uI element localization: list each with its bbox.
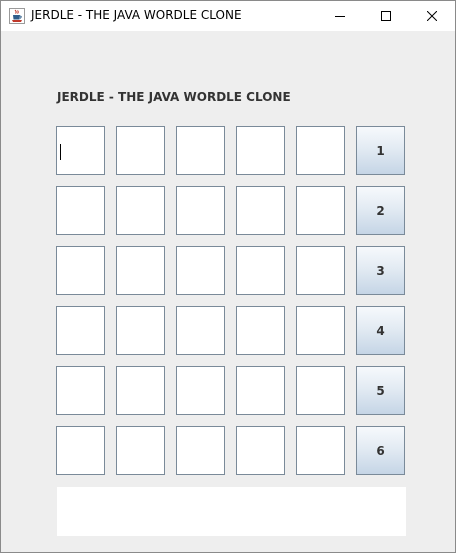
- letter-cell[interactable]: [116, 366, 165, 415]
- game-heading: JERDLE - THE JAVA WORDLE CLONE: [57, 90, 291, 104]
- letter-cell[interactable]: [176, 366, 225, 415]
- letter-cell[interactable]: [236, 126, 285, 175]
- letter-cell[interactable]: [56, 426, 105, 475]
- letter-cell[interactable]: [116, 426, 165, 475]
- submit-row-button[interactable]: 4: [356, 306, 405, 355]
- letter-cell[interactable]: [56, 126, 105, 175]
- window-title: JERDLE - THE JAVA WORDLE CLONE: [31, 8, 242, 22]
- letter-cell[interactable]: [56, 366, 105, 415]
- app-window: JERDLE - THE JAVA WORDLE CLONE JERDLE - …: [0, 0, 456, 553]
- letter-cell[interactable]: [56, 246, 105, 295]
- close-button[interactable]: [409, 1, 455, 31]
- letter-cell[interactable]: [116, 306, 165, 355]
- text-caret: [60, 144, 61, 160]
- letter-cell[interactable]: [236, 426, 285, 475]
- status-message-area: [57, 487, 406, 536]
- letter-cell[interactable]: [236, 186, 285, 235]
- title-bar[interactable]: JERDLE - THE JAVA WORDLE CLONE: [1, 1, 455, 31]
- letter-cell[interactable]: [296, 366, 345, 415]
- letter-cell[interactable]: [236, 306, 285, 355]
- letter-cell[interactable]: [296, 306, 345, 355]
- letter-cell[interactable]: [296, 186, 345, 235]
- submit-row-button[interactable]: 3: [356, 246, 405, 295]
- letter-cell[interactable]: [236, 246, 285, 295]
- letter-cell[interactable]: [176, 426, 225, 475]
- maximize-icon: [381, 11, 391, 21]
- minimize-icon: [335, 16, 345, 17]
- letter-cell[interactable]: [236, 366, 285, 415]
- letter-cell[interactable]: [176, 246, 225, 295]
- submit-row-button[interactable]: 5: [356, 366, 405, 415]
- letter-cell[interactable]: [56, 186, 105, 235]
- submit-row-button[interactable]: 2: [356, 186, 405, 235]
- letter-cell[interactable]: [116, 246, 165, 295]
- maximize-button[interactable]: [363, 1, 409, 31]
- java-cup-icon: [9, 8, 25, 24]
- letter-cell[interactable]: [56, 306, 105, 355]
- close-icon: [427, 11, 437, 21]
- letter-cell[interactable]: [176, 186, 225, 235]
- letter-cell[interactable]: [296, 426, 345, 475]
- letter-cell[interactable]: [176, 126, 225, 175]
- letter-cell[interactable]: [116, 126, 165, 175]
- submit-row-button[interactable]: 6: [356, 426, 405, 475]
- letter-cell[interactable]: [296, 126, 345, 175]
- letter-cell[interactable]: [116, 186, 165, 235]
- minimize-button[interactable]: [317, 1, 363, 31]
- submit-row-button[interactable]: 1: [356, 126, 405, 175]
- letter-cell[interactable]: [176, 306, 225, 355]
- letter-cell[interactable]: [296, 246, 345, 295]
